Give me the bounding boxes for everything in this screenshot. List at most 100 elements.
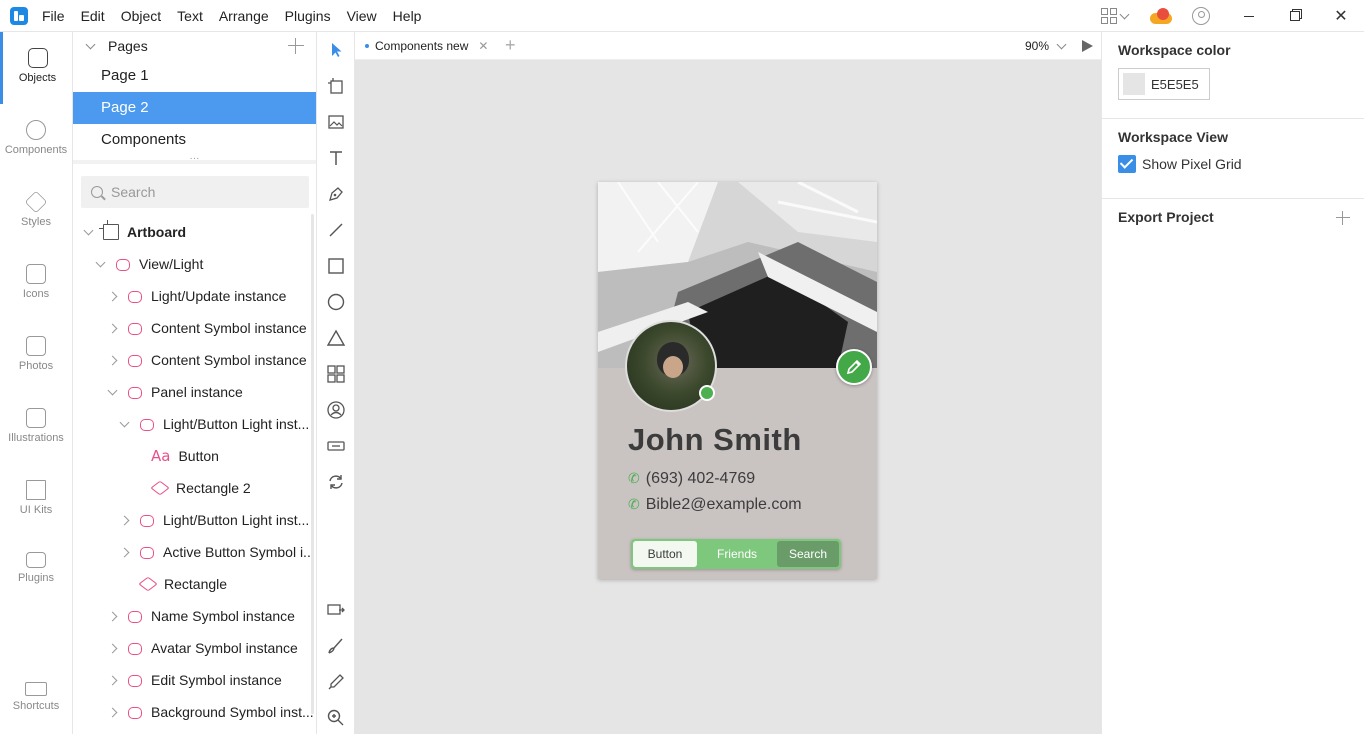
chevron-right-icon[interactable] xyxy=(107,291,118,301)
chevron-right-icon[interactable] xyxy=(107,643,118,653)
tab-close-icon[interactable]: ✕ xyxy=(478,39,488,53)
play-preview-icon[interactable] xyxy=(1082,40,1093,52)
layer-row[interactable]: Active Button Symbol i... xyxy=(73,536,316,568)
line-tool-icon[interactable] xyxy=(326,220,346,240)
menu-plugins[interactable]: Plugins xyxy=(277,0,339,32)
text-tool-icon[interactable] xyxy=(326,148,346,168)
layer-row[interactable]: Edit Symbol instance xyxy=(73,664,316,696)
chevron-down-icon[interactable] xyxy=(119,417,130,427)
zoom-tool-icon[interactable] xyxy=(326,708,346,728)
rail-components[interactable]: Components xyxy=(0,104,72,176)
rail-styles[interactable]: Styles xyxy=(0,176,72,248)
chevron-right-icon[interactable] xyxy=(119,515,130,525)
edit-button[interactable] xyxy=(836,349,872,385)
chevron-right-icon[interactable] xyxy=(119,547,130,557)
menu-arrange[interactable]: Arrange xyxy=(211,0,277,32)
menu-file[interactable]: File xyxy=(34,0,73,32)
user-account-icon[interactable] xyxy=(1192,7,1210,25)
layer-row[interactable]: Avatar Symbol instance xyxy=(73,632,316,664)
layer-row[interactable]: Aa Button xyxy=(73,440,316,472)
rail-icons[interactable]: Icons xyxy=(0,248,72,320)
layer-label: Light/Button Light inst... xyxy=(163,416,310,432)
add-export-icon[interactable] xyxy=(1336,211,1350,225)
menu-view[interactable]: View xyxy=(339,0,385,32)
new-tab-icon[interactable]: + xyxy=(505,35,516,56)
checkbox-checked-icon[interactable] xyxy=(1118,155,1136,173)
artboard-tool-icon[interactable] xyxy=(326,76,346,96)
layer-row[interactable]: Rectangle xyxy=(73,568,316,600)
chevron-down-icon[interactable] xyxy=(1056,39,1067,50)
maximize-button[interactable] xyxy=(1272,0,1318,32)
layer-scrollbar[interactable] xyxy=(311,214,314,714)
segment-search[interactable]: Search xyxy=(777,541,839,567)
menu-help[interactable]: Help xyxy=(385,0,430,32)
menu-text[interactable]: Text xyxy=(169,0,211,32)
rail-shortcuts[interactable]: Shortcuts xyxy=(0,666,72,738)
prototype-tool-icon[interactable] xyxy=(326,600,346,620)
layer-row[interactable]: Light/Update instance xyxy=(73,280,316,312)
layer-row[interactable]: Artboard xyxy=(73,216,316,248)
symbol-icon xyxy=(139,513,155,527)
rail-photos[interactable]: Photos xyxy=(0,320,72,392)
app-grid-dropdown[interactable] xyxy=(1101,8,1130,24)
layer-row[interactable]: Light/Button Light inst... xyxy=(73,408,316,440)
avatar-tool-icon[interactable] xyxy=(326,400,346,420)
image-tool-icon[interactable] xyxy=(326,112,346,132)
brush-tool-icon[interactable] xyxy=(326,636,346,656)
symbol-icon xyxy=(127,641,143,655)
search-input[interactable] xyxy=(111,184,291,200)
page-item[interactable]: Page 1 xyxy=(73,60,316,92)
page-item[interactable]: Components xyxy=(73,124,316,156)
layer-row[interactable]: Name Symbol instance xyxy=(73,600,316,632)
rail-objects[interactable]: Objects xyxy=(0,32,72,104)
triangle-tool-icon[interactable] xyxy=(326,328,346,348)
layer-row[interactable]: Panel instance xyxy=(73,376,316,408)
components-tool-icon[interactable] xyxy=(326,364,346,384)
layer-row[interactable]: View/Light xyxy=(73,248,316,280)
layer-row[interactable]: Light/Button Light inst... xyxy=(73,504,316,536)
zoom-level[interactable]: 90% xyxy=(1025,32,1049,60)
select-tool-icon[interactable] xyxy=(326,40,346,60)
color-swatch[interactable] xyxy=(1123,73,1145,95)
segment-button[interactable]: Button xyxy=(633,541,697,567)
page-item-selected[interactable]: Page 2 xyxy=(73,92,316,124)
chevron-down-icon[interactable] xyxy=(107,385,118,395)
tab-components-new[interactable]: Components new ✕ xyxy=(355,32,497,60)
chevron-right-icon[interactable] xyxy=(107,707,118,717)
workspace-color-field[interactable]: E5E5E5 xyxy=(1118,68,1210,100)
rail-plugins[interactable]: Plugins xyxy=(0,536,72,608)
layer-label: Content Symbol instance xyxy=(151,352,307,368)
profile-card-artboard[interactable]: John Smith ✆ (693) 402-4769 ✆ Bible2@exa… xyxy=(598,182,877,579)
chevron-right-icon[interactable] xyxy=(107,611,118,621)
inspector-panel: Workspace color E5E5E5 Workspace View Sh… xyxy=(1101,32,1364,734)
rail-ui-kits[interactable]: UI Kits xyxy=(0,464,72,536)
panel-resize-handle[interactable]: ··· xyxy=(73,154,316,164)
ellipse-tool-icon[interactable] xyxy=(326,292,346,312)
rail-illustrations[interactable]: Illustrations xyxy=(0,392,72,464)
layer-row[interactable]: Background Symbol inst... xyxy=(73,696,316,728)
chevron-right-icon[interactable] xyxy=(107,355,118,365)
chevron-right-icon[interactable] xyxy=(107,323,118,333)
menu-object[interactable]: Object xyxy=(113,0,169,32)
pen-tool-icon[interactable] xyxy=(326,184,346,204)
button-tool-icon[interactable] xyxy=(326,436,346,456)
symbol-tool-icon[interactable] xyxy=(326,472,346,492)
add-page-icon[interactable] xyxy=(288,38,304,54)
layer-search[interactable] xyxy=(81,176,309,208)
menu-edit[interactable]: Edit xyxy=(73,0,113,32)
rectangle-tool-icon[interactable] xyxy=(326,256,346,276)
canvas[interactable]: John Smith ✆ (693) 402-4769 ✆ Bible2@exa… xyxy=(355,60,1101,734)
chevron-down-icon[interactable] xyxy=(83,225,94,235)
layer-row[interactable]: Content Symbol instance xyxy=(73,344,316,376)
chevron-right-icon[interactable] xyxy=(107,675,118,685)
chevron-down-icon[interactable] xyxy=(95,257,106,267)
close-window-button[interactable]: ✕ xyxy=(1318,0,1364,32)
layer-row[interactable]: Content Symbol instance xyxy=(73,312,316,344)
eyedropper-tool-icon[interactable] xyxy=(326,672,346,692)
minimize-button[interactable] xyxy=(1226,0,1272,32)
cloud-icon[interactable] xyxy=(1150,8,1176,24)
segment-friends[interactable]: Friends xyxy=(697,541,777,567)
pages-header[interactable]: Pages xyxy=(73,32,316,60)
show-pixel-grid-toggle[interactable]: Show Pixel Grid xyxy=(1118,155,1348,173)
layer-row[interactable]: Rectangle 2 xyxy=(73,472,316,504)
